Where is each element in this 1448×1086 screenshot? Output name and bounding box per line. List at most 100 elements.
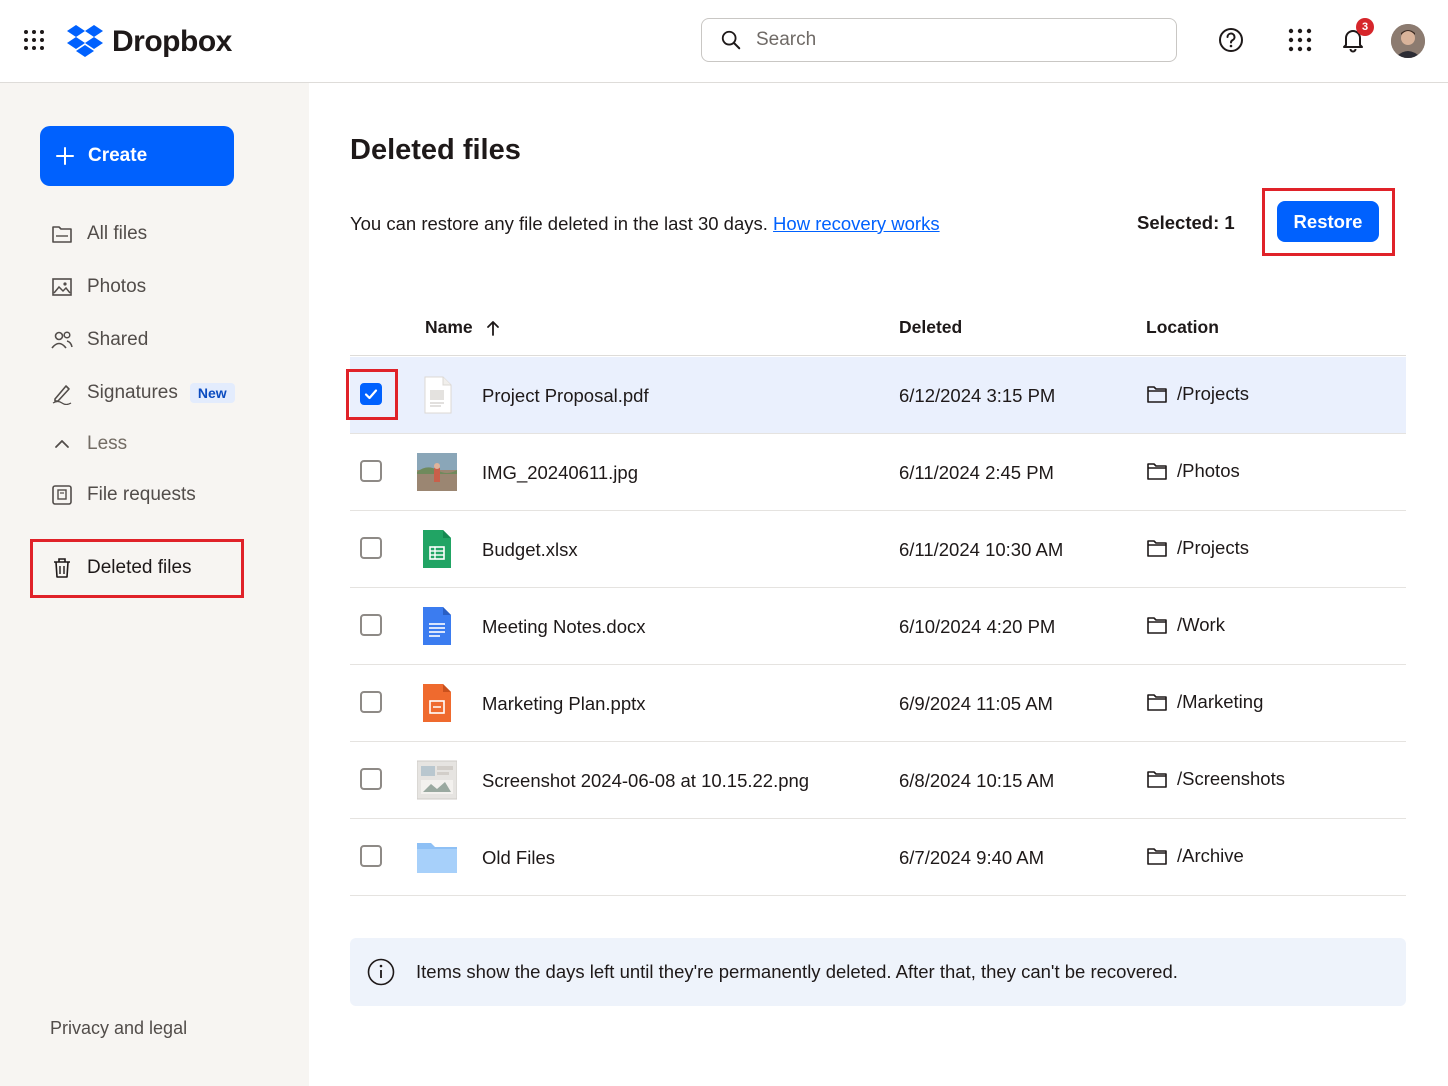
how-recovery-works-link[interactable]: How recovery works xyxy=(773,213,940,234)
sidebar-item-signatures[interactable]: Signatures New xyxy=(50,378,235,408)
folder-icon xyxy=(1147,771,1167,788)
top-bar: Dropbox 3 xyxy=(0,0,1448,83)
file-location[interactable]: /Screenshots xyxy=(1146,768,1285,790)
row-checkbox[interactable] xyxy=(360,614,382,636)
info-icon xyxy=(367,958,395,986)
restore-button[interactable]: Restore xyxy=(1277,201,1379,242)
search-icon xyxy=(721,30,741,50)
sidebar-item-label: Signatures xyxy=(87,382,178,403)
file-location[interactable]: /Photos xyxy=(1146,460,1240,482)
dropbox-logo[interactable]: Dropbox xyxy=(66,22,232,62)
new-badge: New xyxy=(189,383,235,403)
plus-icon xyxy=(56,147,74,165)
sidebar-item-label: Photos xyxy=(87,276,147,297)
file-name[interactable]: Marketing Plan.pptx xyxy=(482,693,646,715)
row-checkbox[interactable] xyxy=(360,845,382,867)
signature-icon xyxy=(52,385,72,405)
deleted-date: 6/7/2024 9:40 AM xyxy=(899,847,1045,868)
privacy-legal-link[interactable]: Privacy and legal xyxy=(50,1018,187,1039)
location-label: /Archive xyxy=(1177,845,1244,866)
folder-icon xyxy=(1147,848,1167,865)
column-name-label: Name xyxy=(425,317,473,337)
deleted-date: 6/10/2024 4:20 PM xyxy=(899,616,1056,637)
create-button[interactable]: Create xyxy=(40,126,234,186)
search-bar[interactable] xyxy=(701,18,1177,62)
location-label: /Work xyxy=(1177,614,1225,635)
row-checkbox[interactable] xyxy=(360,383,382,405)
trash-icon xyxy=(54,558,70,578)
row-checkbox[interactable] xyxy=(360,537,382,559)
location-label: /Marketing xyxy=(1177,691,1264,712)
folder-icon xyxy=(1147,694,1167,711)
location-label: /Projects xyxy=(1177,537,1249,558)
image-icon xyxy=(52,278,72,296)
file-location[interactable]: /Marketing xyxy=(1146,691,1263,713)
search-input[interactable] xyxy=(754,28,1138,52)
table-row[interactable]: Budget.xlsx 6/11/2024 10:30 AM /Projects xyxy=(350,511,1406,588)
sidebar-item-photos[interactable]: Photos xyxy=(50,272,146,302)
create-label: Create xyxy=(88,145,148,166)
location-label: /Photos xyxy=(1177,460,1240,481)
sort-arrow-up-icon xyxy=(486,320,499,336)
sidebar-item-label: All files xyxy=(87,223,148,244)
deleted-date: 6/9/2024 11:05 AM xyxy=(899,693,1053,714)
file-name[interactable]: Budget.xlsx xyxy=(482,539,578,561)
sidebar-item-less[interactable]: Less xyxy=(50,429,127,459)
table-row[interactable]: Old Files 6/7/2024 9:40 AM /Archive xyxy=(350,819,1406,896)
sidebar-item-file-requests[interactable]: File requests xyxy=(50,480,196,510)
app-grid-icon[interactable] xyxy=(22,28,46,52)
deleted-date: 6/8/2024 10:15 AM xyxy=(899,770,1055,791)
chevron-up-icon xyxy=(55,440,69,448)
sidebar-item-label: File requests xyxy=(87,484,196,505)
checkmark-icon xyxy=(364,389,378,400)
dropbox-logo-icon xyxy=(67,25,103,57)
page-title: Deleted files xyxy=(350,134,521,166)
row-checkbox[interactable] xyxy=(360,460,382,482)
avatar[interactable] xyxy=(1391,24,1425,58)
table-row[interactable]: IMG_20240611.jpg 6/11/2024 2:45 PM /Phot… xyxy=(350,434,1406,511)
apps-grid-icon[interactable] xyxy=(1286,26,1314,54)
logo-text: Dropbox xyxy=(112,25,232,58)
table-row[interactable]: Marketing Plan.pptx 6/9/2024 11:05 AM /M… xyxy=(350,665,1406,742)
file-location[interactable]: /Work xyxy=(1146,614,1225,636)
sidebar-item-shared[interactable]: Shared xyxy=(50,325,148,355)
deleted-date: 6/12/2024 3:15 PM xyxy=(899,385,1056,406)
table-row[interactable]: Meeting Notes.docx 6/10/2024 4:20 PM /Wo… xyxy=(350,588,1406,665)
user-avatar-icon xyxy=(1391,24,1425,58)
deleted-date: 6/11/2024 10:30 AM xyxy=(899,539,1064,560)
notification-badge: 3 xyxy=(1356,18,1374,36)
table-header: Name Deleted Location xyxy=(350,297,1406,356)
column-header-name[interactable]: Name xyxy=(425,317,501,338)
spreadsheet-file-icon xyxy=(423,530,451,568)
file-name[interactable]: Project Proposal.pdf xyxy=(482,385,649,407)
info-text: Items show the days left until they're p… xyxy=(416,961,1178,982)
sidebar-item-label: Shared xyxy=(87,329,149,350)
table-row[interactable]: Screenshot 2024-06-08 at 10.15.22.png 6/… xyxy=(350,742,1406,819)
column-header-location[interactable]: Location xyxy=(1146,317,1219,338)
sidebar-item-deleted-files[interactable]: Deleted files xyxy=(50,553,192,583)
location-label: /Screenshots xyxy=(1177,768,1285,789)
document-file-icon xyxy=(423,607,451,645)
folder-icon xyxy=(1147,463,1167,480)
column-header-deleted[interactable]: Deleted xyxy=(899,317,962,338)
row-checkbox[interactable] xyxy=(360,691,382,713)
file-request-icon xyxy=(52,485,72,505)
file-name[interactable]: IMG_20240611.jpg xyxy=(482,462,638,484)
sidebar-item-all-files[interactable]: All files xyxy=(50,219,147,249)
selected-count: Selected: 1 xyxy=(1137,212,1235,233)
presentation-file-icon xyxy=(423,684,451,722)
file-location[interactable]: /Projects xyxy=(1146,537,1249,559)
sidebar-item-label: Less xyxy=(87,433,128,454)
table-row[interactable]: Project Proposal.pdf 6/12/2024 3:15 PM /… xyxy=(350,357,1406,434)
file-name[interactable]: Meeting Notes.docx xyxy=(482,616,646,638)
info-banner: Items show the days left until they're p… xyxy=(350,938,1406,1006)
folder-icon xyxy=(1147,540,1167,557)
row-checkbox[interactable] xyxy=(360,768,382,790)
file-name[interactable]: Old Files xyxy=(482,847,555,869)
file-location[interactable]: /Archive xyxy=(1146,845,1244,867)
description-text: You can restore any file deleted in the … xyxy=(350,213,768,234)
file-location[interactable]: /Projects xyxy=(1146,383,1249,405)
help-icon[interactable] xyxy=(1217,26,1245,54)
file-name[interactable]: Screenshot 2024-06-08 at 10.15.22.png xyxy=(482,770,809,792)
folder-icon xyxy=(1147,617,1167,634)
